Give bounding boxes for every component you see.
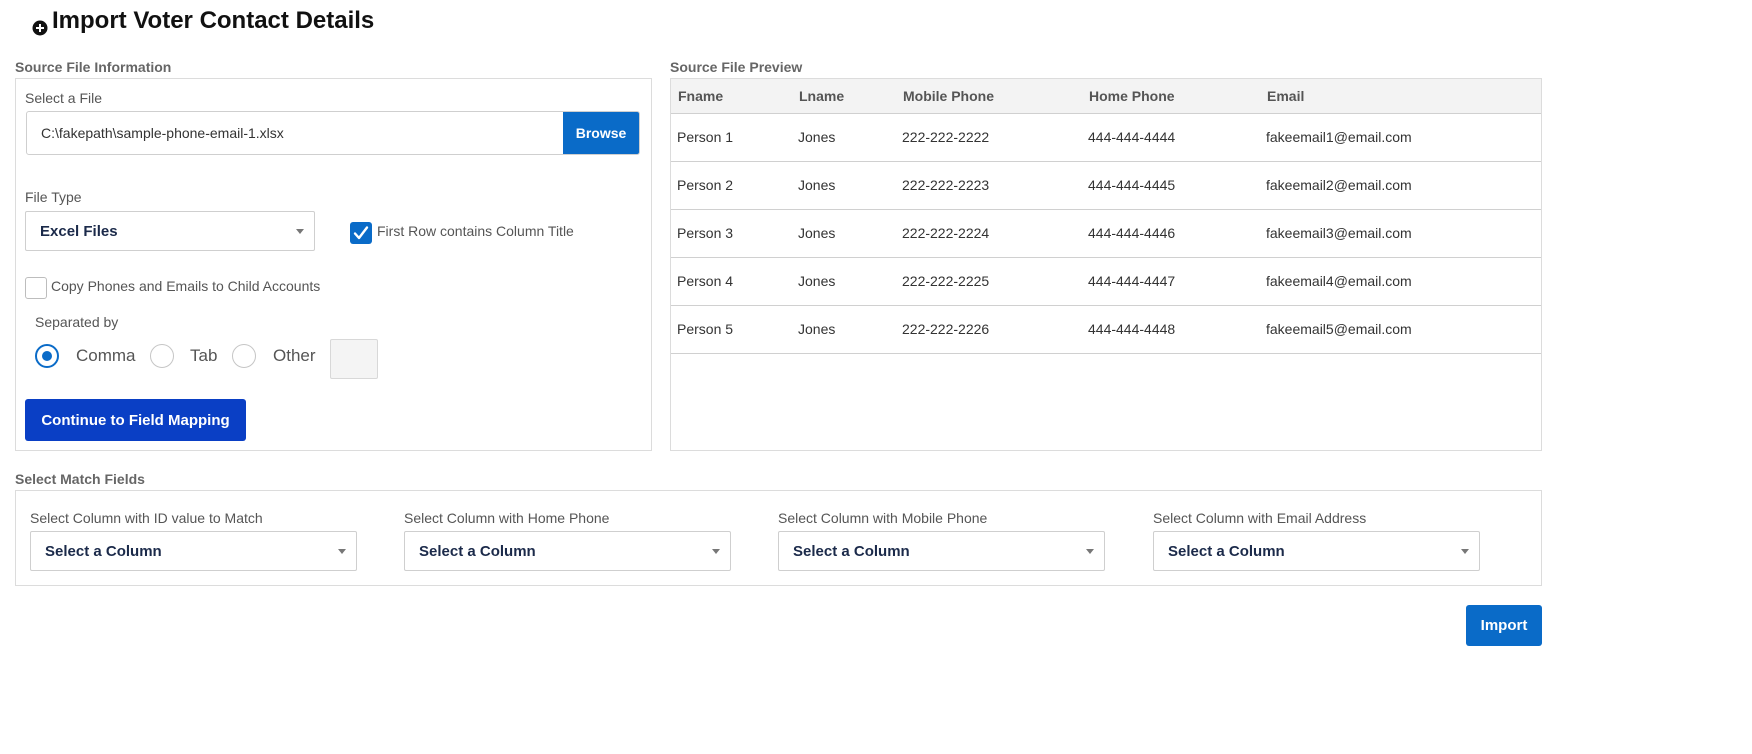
chevron-down-icon	[1086, 548, 1094, 554]
id-match-label: Select Column with ID value to Match	[30, 510, 263, 526]
cell-mobile: 222-222-2224	[896, 209, 1082, 258]
first-row-checkbox[interactable]	[350, 222, 372, 244]
preview-heading: Source File Preview	[670, 59, 803, 75]
mobile-phone-label: Select Column with Mobile Phone	[778, 510, 988, 526]
cell-home: 444-444-4447	[1082, 257, 1260, 306]
id-match-select[interactable]: Select a Column	[30, 531, 357, 571]
preview-panel: Fname Lname Mobile Phone Home Phone Emai…	[670, 78, 1542, 451]
cell-email: fakeemail5@email.com	[1260, 305, 1541, 354]
cell-home: 444-444-4444	[1082, 113, 1260, 162]
import-button[interactable]: Import	[1466, 605, 1542, 646]
cell-lname: Jones	[792, 257, 896, 306]
cell-fname: Person 4	[671, 257, 792, 306]
column-header: Fname	[671, 79, 792, 114]
cell-lname: Jones	[792, 161, 896, 210]
mobile-phone-select[interactable]: Select a Column	[778, 531, 1105, 571]
file-type-label: File Type	[25, 189, 82, 205]
cell-mobile: 222-222-2225	[896, 257, 1082, 306]
page-title: Import Voter Contact Details	[52, 7, 375, 34]
tab-radio[interactable]	[150, 344, 174, 368]
cell-home: 444-444-4446	[1082, 209, 1260, 258]
select-file-label: Select a File	[25, 90, 103, 106]
copy-to-child-label: Copy Phones and Emails to Child Accounts	[51, 278, 321, 294]
mobile-phone-value: Select a Column	[793, 542, 910, 560]
cell-email: fakeemail4@email.com	[1260, 257, 1541, 306]
cell-mobile: 222-222-2222	[896, 113, 1082, 162]
cell-email: fakeemail2@email.com	[1260, 161, 1541, 210]
other-radio[interactable]	[232, 344, 256, 368]
comma-label: Comma	[76, 346, 136, 365]
table-row: Person 3 Jones 222-222-2224 444-444-4446…	[671, 209, 1541, 258]
table-row: Person 4 Jones 222-222-2225 444-444-4447…	[671, 257, 1541, 306]
cell-mobile: 222-222-2226	[896, 305, 1082, 354]
table-row: Person 2 Jones 222-222-2223 444-444-4445…	[671, 161, 1541, 210]
cell-email: fakeemail1@email.com	[1260, 113, 1541, 162]
cell-mobile: 222-222-2223	[896, 161, 1082, 210]
cell-home: 444-444-4445	[1082, 161, 1260, 210]
chevron-down-icon	[1461, 548, 1469, 554]
page-header: Import Voter Contact Details	[32, 4, 374, 38]
other-separator-input[interactable]	[330, 339, 378, 379]
match-fields-heading: Select Match Fields	[15, 471, 145, 487]
comma-radio[interactable]	[35, 344, 59, 368]
cell-home: 444-444-4448	[1082, 305, 1260, 354]
chevron-down-icon	[712, 548, 720, 554]
file-type-select[interactable]: Excel Files	[25, 211, 315, 251]
column-header: Mobile Phone	[896, 79, 1082, 114]
home-phone-label: Select Column with Home Phone	[404, 510, 610, 526]
first-row-label: First Row contains Column Title	[377, 223, 574, 239]
continue-to-field-mapping-button[interactable]: Continue to Field Mapping	[25, 399, 246, 441]
cell-email: fakeemail3@email.com	[1260, 209, 1541, 258]
column-header: Home Phone	[1082, 79, 1260, 114]
browse-button[interactable]: Browse	[563, 112, 639, 154]
chevron-down-icon	[338, 548, 346, 554]
table-row: Person 5 Jones 222-222-2226 444-444-4448…	[671, 305, 1541, 354]
source-info-heading: Source File Information	[15, 59, 172, 75]
home-phone-select[interactable]: Select a Column	[404, 531, 731, 571]
email-address-select[interactable]: Select a Column	[1153, 531, 1480, 571]
table-row: Person 1 Jones 222-222-2222 444-444-4444…	[671, 113, 1541, 162]
file-type-value: Excel Files	[40, 222, 118, 240]
checkmark-icon	[353, 226, 369, 240]
preview-header-row: Fname Lname Mobile Phone Home Phone Emai…	[671, 79, 1541, 114]
separated-by-label: Separated by	[35, 314, 119, 330]
column-header: Lname	[792, 79, 896, 114]
copy-to-child-checkbox[interactable]	[25, 277, 47, 299]
cell-fname: Person 1	[671, 113, 792, 162]
cell-fname: Person 2	[671, 161, 792, 210]
cell-lname: Jones	[792, 209, 896, 258]
preview-table: Fname Lname Mobile Phone Home Phone Emai…	[671, 79, 1541, 354]
cell-fname: Person 5	[671, 305, 792, 354]
tab-label: Tab	[190, 346, 218, 365]
chevron-down-icon	[296, 228, 304, 234]
cell-lname: Jones	[792, 305, 896, 354]
other-label: Other	[273, 346, 316, 365]
plus-circle-icon[interactable]	[32, 15, 48, 36]
home-phone-value: Select a Column	[419, 542, 536, 560]
id-match-value: Select a Column	[45, 542, 162, 560]
email-address-value: Select a Column	[1168, 542, 1285, 560]
cell-lname: Jones	[792, 113, 896, 162]
column-header: Email	[1260, 79, 1541, 114]
email-address-label: Select Column with Email Address	[1153, 510, 1367, 526]
cell-fname: Person 3	[671, 209, 792, 258]
file-path-field[interactable]: C:\fakepath\sample-phone-email-1.xlsx	[27, 112, 563, 154]
file-picker[interactable]: C:\fakepath\sample-phone-email-1.xlsx Br…	[26, 111, 640, 155]
